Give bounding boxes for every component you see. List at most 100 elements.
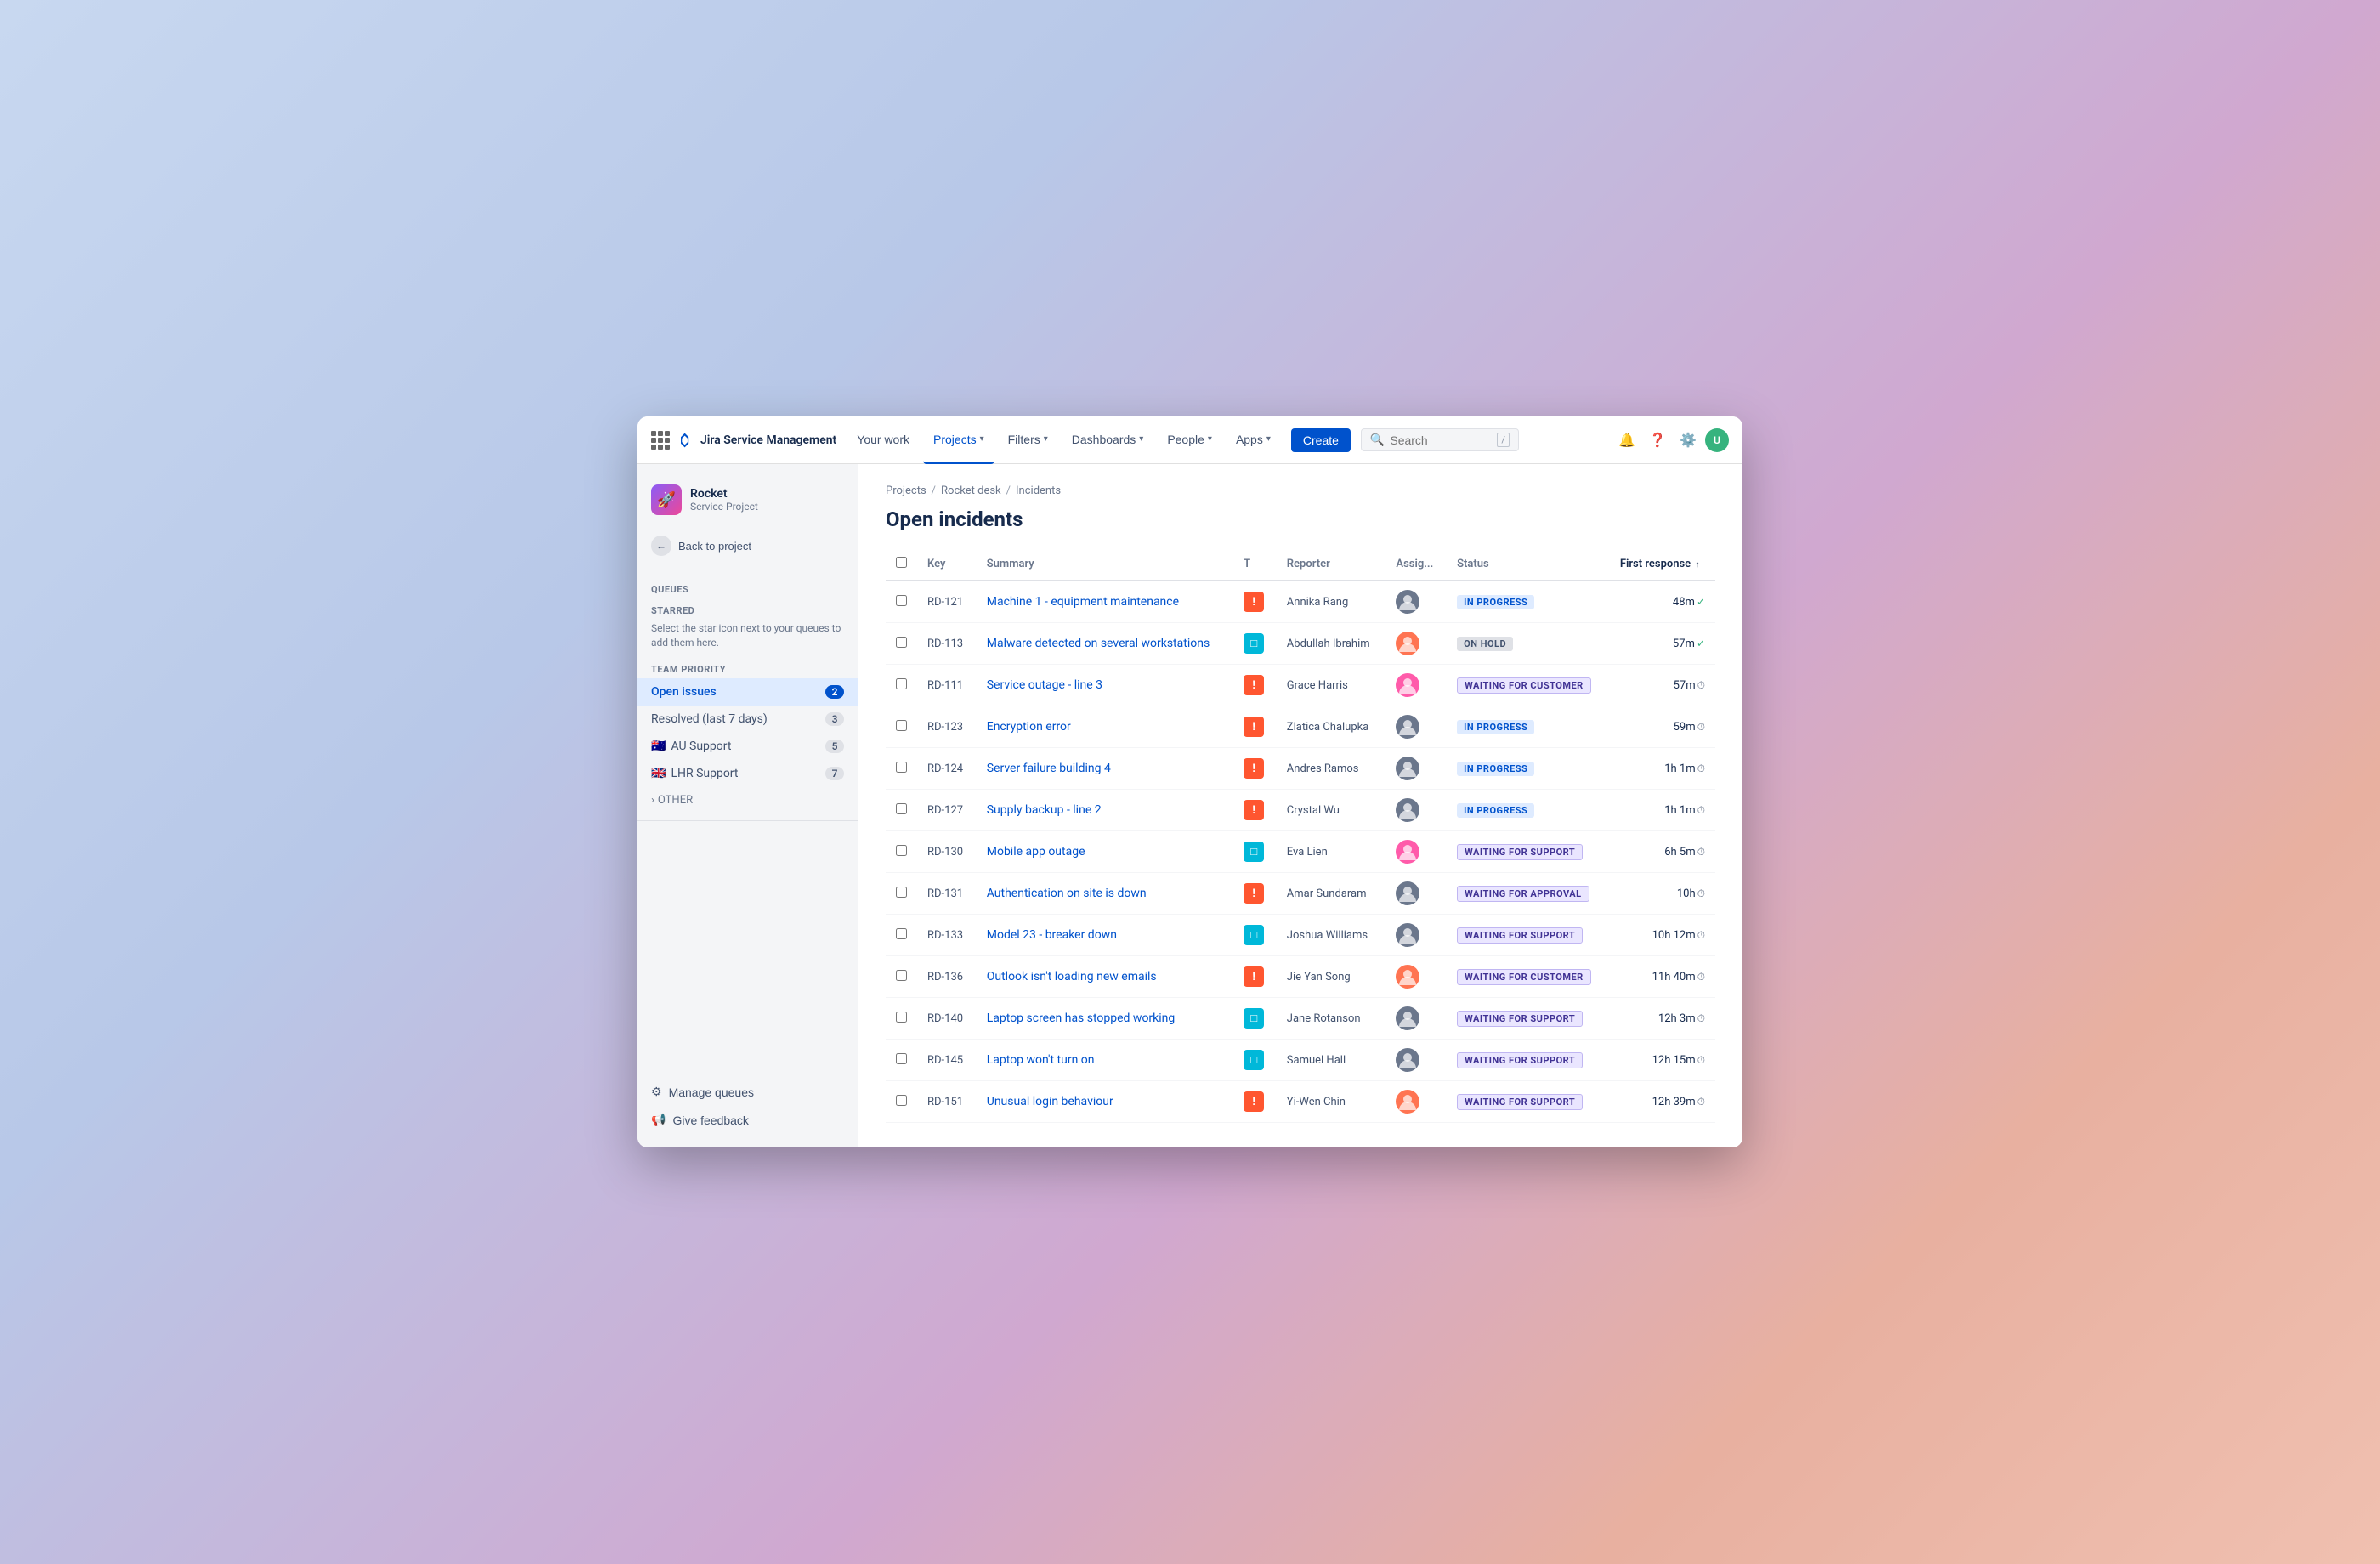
row-status: WAITING FOR SUPPORT: [1447, 915, 1610, 956]
issue-link[interactable]: Unusual login behaviour: [987, 1095, 1114, 1108]
issue-link[interactable]: Laptop won't turn on: [987, 1053, 1095, 1067]
clock-icon: ⏱: [1697, 679, 1705, 691]
header-first-response[interactable]: First response ↑: [1610, 548, 1715, 581]
row-assignee: [1386, 1081, 1447, 1123]
row-checkbox[interactable]: [896, 678, 907, 689]
issue-link[interactable]: Encryption error: [987, 720, 1071, 734]
queue-item-lhr-support[interactable]: 🇬🇧 LHR Support 7: [638, 760, 858, 787]
search-slash-icon: /: [1497, 433, 1510, 447]
brand-logo: Jira Service Management: [677, 432, 836, 449]
nav-projects[interactable]: Projects ▾: [923, 416, 994, 464]
row-summary: Supply backup - line 2: [977, 790, 1233, 831]
row-checkbox-cell: [886, 831, 917, 873]
row-key: RD-151: [917, 1081, 977, 1123]
assignee-avatar: [1396, 840, 1420, 864]
issue-link[interactable]: Outlook isn't loading new emails: [987, 970, 1157, 983]
row-checkbox[interactable]: [896, 1012, 907, 1023]
issue-link[interactable]: Model 23 - breaker down: [987, 928, 1117, 942]
header-status: Status: [1447, 548, 1610, 581]
chevron-right-icon: ›: [651, 794, 654, 807]
table-row[interactable]: RD-124 Server failure building 4 ! Andre…: [886, 748, 1715, 790]
table-row[interactable]: RD-127 Supply backup - line 2 ! Crystal …: [886, 790, 1715, 831]
table-row[interactable]: RD-145 Laptop won't turn on □ Samuel Hal…: [886, 1040, 1715, 1081]
nav-apps[interactable]: Apps ▾: [1226, 416, 1281, 464]
row-key: RD-130: [917, 831, 977, 873]
settings-button[interactable]: ⚙️: [1674, 427, 1702, 454]
table-row[interactable]: RD-111 Service outage - line 3 ! Grace H…: [886, 665, 1715, 706]
table-row[interactable]: RD-140 Laptop screen has stopped working…: [886, 998, 1715, 1040]
incident-type-icon: !: [1244, 717, 1264, 737]
row-checkbox[interactable]: [896, 762, 907, 773]
help-button[interactable]: ❓: [1644, 427, 1671, 454]
row-checkbox[interactable]: [896, 803, 907, 814]
nav-filters[interactable]: Filters ▾: [998, 416, 1058, 464]
status-badge: WAITING FOR CUSTOMER: [1457, 677, 1591, 694]
assignee-avatar: [1396, 756, 1420, 780]
select-all-checkbox[interactable]: [896, 557, 907, 568]
issue-link[interactable]: Supply backup - line 2: [987, 803, 1102, 817]
header-checkbox: [886, 548, 917, 581]
issue-link[interactable]: Server failure building 4: [987, 762, 1111, 775]
nav-people[interactable]: People ▾: [1157, 416, 1222, 464]
nav-your-work[interactable]: Your work: [847, 416, 920, 464]
table-row[interactable]: RD-133 Model 23 - breaker down □ Joshua …: [886, 915, 1715, 956]
row-checkbox-cell: [886, 706, 917, 748]
row-checkbox[interactable]: [896, 1053, 907, 1064]
issue-link[interactable]: Service outage - line 3: [987, 678, 1102, 692]
incident-type-icon: !: [1244, 1091, 1264, 1112]
row-checkbox[interactable]: [896, 595, 907, 606]
grid-menu-icon[interactable]: [651, 431, 670, 450]
table-row[interactable]: RD-136 Outlook isn't loading new emails …: [886, 956, 1715, 998]
row-first-response: 59m⏱: [1610, 706, 1715, 748]
incident-type-icon: !: [1244, 758, 1264, 779]
row-summary: Laptop screen has stopped working: [977, 998, 1233, 1040]
row-checkbox[interactable]: [896, 970, 907, 981]
row-checkbox[interactable]: [896, 928, 907, 939]
queue-item-au-support[interactable]: 🇦🇺 AU Support 5: [638, 733, 858, 760]
issue-link[interactable]: Authentication on site is down: [987, 887, 1147, 900]
row-reporter: Eva Lien: [1277, 831, 1386, 873]
sidebar: 🚀 Rocket Service Project ← Back to proje…: [638, 464, 858, 1148]
breadcrumb-projects[interactable]: Projects: [886, 484, 926, 497]
table-row[interactable]: RD-131 Authentication on site is down ! …: [886, 873, 1715, 915]
row-status: WAITING FOR CUSTOMER: [1447, 665, 1610, 706]
create-button[interactable]: Create: [1291, 428, 1351, 452]
row-checkbox[interactable]: [896, 637, 907, 648]
issue-link[interactable]: Mobile app outage: [987, 845, 1085, 858]
row-type: □: [1233, 831, 1277, 873]
user-avatar[interactable]: U: [1705, 428, 1729, 452]
queues-label: Queues: [638, 577, 858, 598]
row-key: RD-123: [917, 706, 977, 748]
table-row[interactable]: RD-121 Machine 1 - equipment maintenance…: [886, 581, 1715, 623]
manage-queues-button[interactable]: ⚙ Manage queues: [638, 1078, 858, 1106]
table-row[interactable]: RD-113 Malware detected on several works…: [886, 623, 1715, 665]
give-feedback-button[interactable]: 📢 Give feedback: [638, 1106, 858, 1134]
issue-link[interactable]: Malware detected on several workstations: [987, 637, 1210, 650]
other-section[interactable]: › OTHER: [638, 787, 858, 813]
search-input[interactable]: [1390, 434, 1492, 447]
row-assignee: [1386, 623, 1447, 665]
assignee-avatar: [1396, 590, 1420, 614]
breadcrumb-rocket-desk[interactable]: Rocket desk: [941, 484, 1001, 497]
queue-item-open-issues[interactable]: Open issues 2: [638, 678, 858, 706]
row-reporter: Samuel Hall: [1277, 1040, 1386, 1081]
row-first-response: 11h 40m⏱: [1610, 956, 1715, 998]
issue-link[interactable]: Laptop screen has stopped working: [987, 1012, 1176, 1025]
assignee-avatar: [1396, 798, 1420, 822]
row-checkbox[interactable]: [896, 845, 907, 856]
table-row[interactable]: RD-151 Unusual login behaviour ! Yi-Wen …: [886, 1081, 1715, 1123]
table-row[interactable]: RD-130 Mobile app outage □ Eva Lien WAIT…: [886, 831, 1715, 873]
row-checkbox[interactable]: [896, 1095, 907, 1106]
table-row[interactable]: RD-123 Encryption error ! Zlatica Chalup…: [886, 706, 1715, 748]
issue-link[interactable]: Machine 1 - equipment maintenance: [987, 595, 1179, 609]
search-box[interactable]: 🔍 /: [1361, 428, 1519, 451]
row-checkbox[interactable]: [896, 887, 907, 898]
notification-button[interactable]: 🔔: [1613, 427, 1640, 454]
nav-dashboards[interactable]: Dashboards ▾: [1062, 416, 1154, 464]
row-key: RD-133: [917, 915, 977, 956]
row-checkbox[interactable]: [896, 720, 907, 731]
row-reporter: Crystal Wu: [1277, 790, 1386, 831]
back-to-project-button[interactable]: ← Back to project: [638, 529, 858, 563]
queue-item-resolved[interactable]: Resolved (last 7 days) 3: [638, 706, 858, 733]
row-summary: Server failure building 4: [977, 748, 1233, 790]
